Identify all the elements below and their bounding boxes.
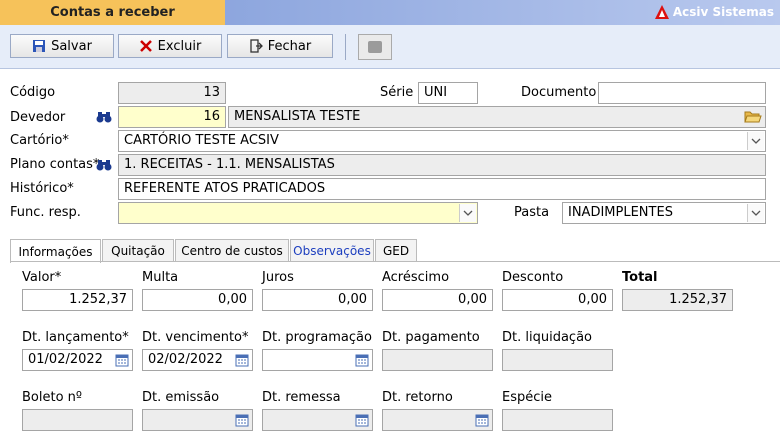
extra-toolbar-button[interactable] xyxy=(358,34,392,60)
especie-label: Espécie xyxy=(502,390,552,405)
acrescimo-field[interactable]: 0,00 xyxy=(382,289,493,311)
desconto-label: Desconto xyxy=(502,270,564,285)
plano-label: Plano contas* xyxy=(10,157,100,172)
dt-vencimento-field[interactable]: 02/02/2022 xyxy=(142,349,253,371)
tab-informacoes[interactable]: Informações xyxy=(10,239,101,263)
dt-lancamento-value: 01/02/2022 xyxy=(28,352,103,367)
close-label: Fechar xyxy=(267,38,312,54)
cartorio-value: CARTÓRIO TESTE ACSIV xyxy=(124,133,279,148)
dt-pagamento-field xyxy=(382,349,493,371)
multa-label: Multa xyxy=(142,270,179,285)
pasta-value: INADIMPLENTES xyxy=(568,205,673,220)
calendar-icon xyxy=(355,414,369,427)
pasta-select[interactable]: INADIMPLENTES xyxy=(562,202,766,224)
codigo-field[interactable]: 13 xyxy=(118,82,226,104)
dt-programacao-field[interactable] xyxy=(262,349,373,371)
binoculars-icon[interactable] xyxy=(96,110,112,128)
chevron-down-icon[interactable] xyxy=(747,132,764,150)
dt-remessa-label: Dt. remessa xyxy=(262,390,341,405)
valor-field[interactable]: 1.252,37 xyxy=(22,289,133,311)
cartorio-label: Cartório* xyxy=(10,133,69,148)
func-resp-select[interactable] xyxy=(118,202,478,224)
calendar-icon xyxy=(115,354,129,367)
brand: Acsiv Sistemas xyxy=(654,4,774,20)
dt-vencimento-label: Dt. vencimento* xyxy=(142,330,249,345)
title-bar: Contas a receber Acsiv Sistemas xyxy=(0,0,780,25)
binoculars-icon[interactable] xyxy=(96,158,112,176)
tab-observacoes[interactable]: Observações xyxy=(290,239,374,261)
dt-lancamento-label: Dt. lançamento* xyxy=(22,330,129,345)
save-label: Salvar xyxy=(51,38,92,54)
historico-field[interactable]: REFERENTE ATOS PRATICADOS xyxy=(118,178,766,200)
devedor-code-field[interactable]: 16 xyxy=(118,106,226,128)
window-title: Contas a receber xyxy=(50,5,175,20)
acsiv-logo-icon xyxy=(654,5,669,19)
serie-label: Série xyxy=(380,85,414,100)
calendar-icon xyxy=(355,354,369,367)
codigo-label: Código xyxy=(10,85,56,100)
square-icon xyxy=(368,41,382,53)
x-icon xyxy=(139,39,153,53)
tab-ged[interactable]: GED xyxy=(375,239,417,261)
dt-vencimento-value: 02/02/2022 xyxy=(148,352,223,367)
cartorio-select[interactable]: CARTÓRIO TESTE ACSIV xyxy=(118,130,766,152)
juros-field[interactable]: 0,00 xyxy=(262,289,373,311)
serie-field[interactable]: UNI xyxy=(418,82,478,104)
calendar-icon xyxy=(235,414,249,427)
brand-name: Acsiv Sistemas xyxy=(672,5,774,19)
pasta-label: Pasta xyxy=(514,205,550,220)
close-button[interactable]: Fechar xyxy=(227,34,333,58)
dt-emissao-label: Dt. emissão xyxy=(142,390,220,405)
chevron-down-icon[interactable] xyxy=(747,204,764,222)
acrescimo-label: Acréscimo xyxy=(382,270,450,285)
tab-centro-custos[interactable]: Centro de custos xyxy=(175,239,289,261)
desconto-field[interactable]: 0,00 xyxy=(502,289,613,311)
dt-liquidacao-field xyxy=(502,349,613,371)
documento-field[interactable] xyxy=(598,82,766,104)
dt-emissao-field[interactable] xyxy=(142,409,253,431)
calendar-icon xyxy=(235,354,249,367)
toolbar-separator xyxy=(345,34,346,60)
multa-field[interactable]: 0,00 xyxy=(142,289,253,311)
dt-remessa-field[interactable] xyxy=(262,409,373,431)
calendar-icon xyxy=(475,414,489,427)
dt-lancamento-field[interactable]: 01/02/2022 xyxy=(22,349,133,371)
delete-button[interactable]: Excluir xyxy=(118,34,222,58)
total-field: 1.252,37 xyxy=(622,289,733,311)
devedor-name-field[interactable]: MENSALISTA TESTE xyxy=(228,106,766,128)
delete-label: Excluir xyxy=(157,38,202,54)
floppy-icon xyxy=(32,39,46,53)
dt-pagamento-label: Dt. pagamento xyxy=(382,330,480,345)
devedor-name-text: MENSALISTA TESTE xyxy=(234,109,361,124)
save-button[interactable]: Salvar xyxy=(10,34,114,58)
boleto-field xyxy=(22,409,133,431)
dt-programacao-label: Dt. programação xyxy=(262,330,372,345)
historico-label: Histórico* xyxy=(10,181,74,196)
total-label: Total xyxy=(622,270,658,285)
tab-quitacao[interactable]: Quitação xyxy=(102,239,174,261)
dt-retorno-label: Dt. retorno xyxy=(382,390,453,405)
especie-field xyxy=(502,409,613,431)
folder-open-icon[interactable] xyxy=(744,109,762,127)
dt-retorno-field[interactable] xyxy=(382,409,493,431)
devedor-label: Devedor xyxy=(10,110,66,125)
chevron-down-icon[interactable] xyxy=(459,204,476,222)
door-exit-icon xyxy=(249,39,263,53)
documento-label: Documento xyxy=(521,85,597,100)
dt-liquidacao-label: Dt. liquidação xyxy=(502,330,592,345)
func-resp-label: Func. resp. xyxy=(10,205,81,220)
plano-contas-field[interactable]: 1. RECEITAS - 1.1. MENSALISTAS xyxy=(118,154,766,176)
valor-label: Valor* xyxy=(22,270,62,285)
boleto-label: Boleto nº xyxy=(22,390,83,405)
juros-label: Juros xyxy=(262,270,294,285)
